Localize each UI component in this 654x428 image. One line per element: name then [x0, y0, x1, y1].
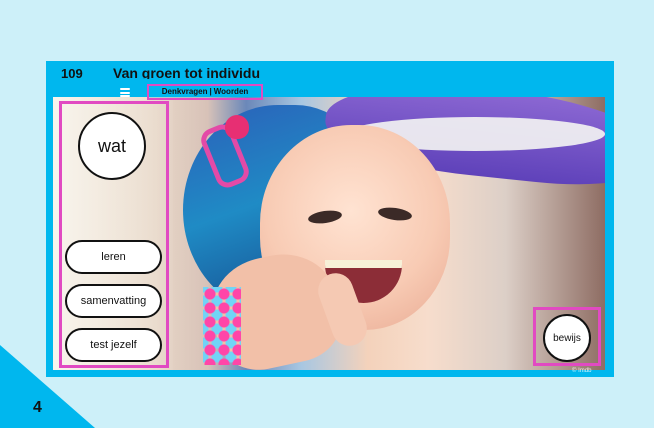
- page-number: 4: [33, 399, 42, 416]
- menu-icon[interactable]: [120, 88, 130, 97]
- nav-link-denkvragen[interactable]: Denkvragen: [162, 86, 208, 98]
- test-jezelf-button[interactable]: test jezelf: [65, 328, 162, 362]
- menu-icon-line-bottom: [120, 95, 130, 97]
- photo-strawberry-clip: [225, 115, 249, 139]
- nav-link-woorden[interactable]: Woorden: [214, 86, 249, 98]
- wat-circle-button[interactable]: wat: [78, 112, 146, 180]
- photo-beads: [203, 287, 241, 365]
- lesson-nav: Denkvragen | Woorden: [147, 84, 263, 100]
- menu-icon-line-top: [120, 88, 130, 90]
- samenvatting-button[interactable]: samenvatting: [65, 284, 162, 318]
- bewijs-circle-button[interactable]: bewijs: [543, 314, 591, 362]
- nav-separator: |: [209, 87, 212, 96]
- menu-icon-line-middle: [120, 91, 130, 94]
- photo-credit: © Imdb: [572, 368, 592, 374]
- lesson-number: 109: [61, 66, 83, 81]
- lesson-title: Van groen tot individu: [113, 65, 260, 79]
- leren-button[interactable]: leren: [65, 240, 162, 274]
